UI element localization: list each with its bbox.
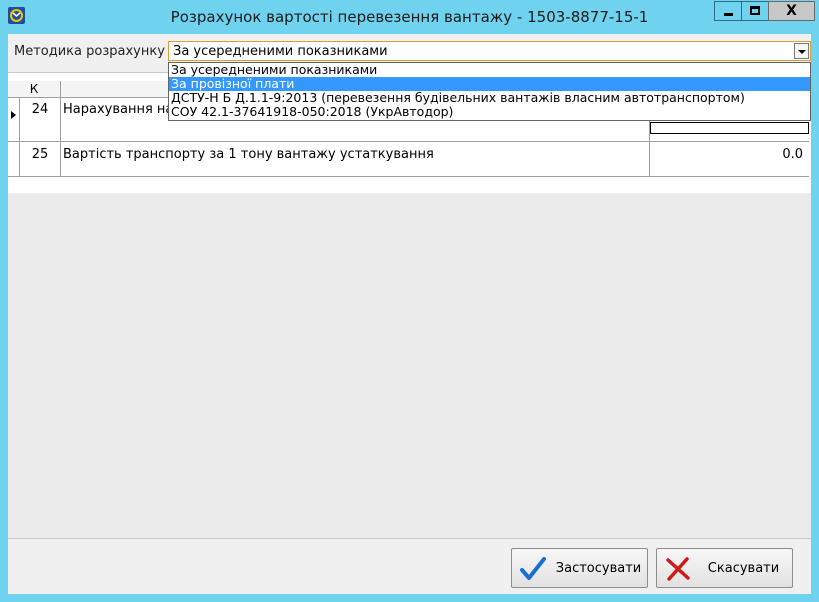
dropdown-option[interactable]: За усередненими показниками [169, 63, 810, 77]
table-row[interactable]: 25 Вартість транспорту за 1 тону вантажу… [8, 142, 809, 176]
maximize-button[interactable] [741, 1, 769, 21]
row-name: Вартість транспорту за 1 тону вантажу ус… [63, 147, 434, 162]
dropdown-option-highlighted[interactable]: За провізної плати [169, 77, 810, 91]
app-icon[interactable] [8, 7, 25, 24]
title-bar[interactable]: Розрахунок вартості перевезення вантажу … [0, 0, 819, 34]
method-label: Методика розрахунку [14, 44, 165, 59]
cross-icon [665, 557, 691, 581]
row-name: Нарахування на [63, 102, 173, 117]
value-edit-field[interactable] [650, 122, 809, 134]
chevron-down-icon[interactable] [794, 43, 809, 59]
grid-divider [8, 141, 809, 142]
grid-divider [8, 176, 809, 177]
maximize-icon [750, 6, 760, 15]
grid-divider [60, 81, 61, 176]
dropdown-option[interactable]: СОУ 42.1-37641918-050:2018 (УкрАвтодор) [169, 105, 810, 119]
method-select[interactable]: За усередненими показниками [168, 41, 811, 61]
method-select-value: За усередненими показниками [173, 44, 388, 59]
grid-divider [19, 97, 20, 176]
grid-empty-area [8, 193, 811, 539]
minimize-icon [724, 13, 733, 16]
apply-button-label: Застосувати [554, 561, 643, 576]
close-icon: X [769, 3, 814, 19]
row-number: 25 [20, 147, 60, 162]
cancel-button-label: Скасувати [699, 561, 788, 576]
row-number: 24 [20, 102, 60, 117]
cancel-button[interactable]: Скасувати [656, 548, 793, 588]
close-button[interactable]: X [768, 1, 815, 21]
window-title: Розрахунок вартості перевезення вантажу … [0, 8, 819, 26]
checkmark-icon [520, 557, 546, 581]
minimize-button[interactable] [714, 1, 742, 21]
column-header-k[interactable]: К [8, 82, 60, 96]
dropdown-option[interactable]: ДСТУ-Н Б Д.1.1-9:2013 (перевезення будів… [169, 91, 810, 105]
row-value[interactable]: 0.0 [782, 147, 803, 162]
apply-button[interactable]: Застосувати [511, 548, 648, 588]
method-dropdown-list[interactable]: За усередненими показниками За провізної… [168, 62, 811, 121]
